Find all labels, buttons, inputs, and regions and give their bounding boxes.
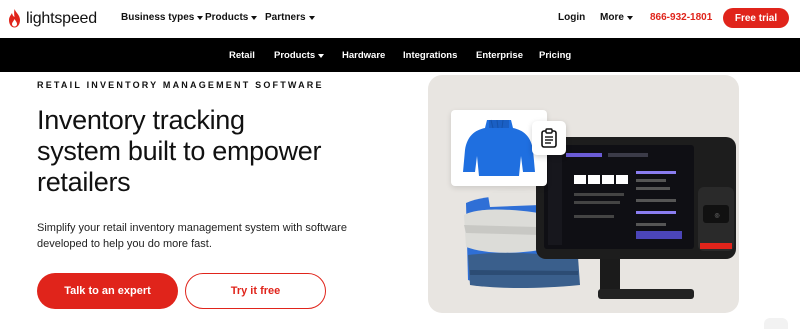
logo-wordmark: lightspeed (26, 9, 97, 27)
subnav-item-label: Enterprise (476, 50, 523, 61)
hero-headline: Inventory tracking system built to empow… (37, 105, 417, 198)
lightspeed-logo[interactable]: lightspeed (8, 9, 97, 28)
subnav-item-hardware[interactable]: Hardware (342, 50, 385, 61)
login-label: Login (558, 12, 586, 23)
nav-business-types[interactable]: Business types (121, 12, 204, 23)
try-it-free-button[interactable]: Try it free (185, 273, 326, 309)
subnav-item-label: Hardware (342, 50, 386, 61)
top-navigation: lightspeed Business types Products Partn… (0, 0, 800, 38)
chat-widget-tab[interactable] (764, 318, 788, 329)
product-subnav: Retail Products Hardware Integrations En… (0, 38, 800, 72)
subnav-item-retail[interactable]: Retail (229, 50, 255, 61)
caret-down-icon (308, 16, 315, 20)
caret-down-icon (318, 54, 325, 58)
phone-link[interactable]: 866-932-1801 (650, 12, 712, 23)
nav-partners[interactable]: Partners (265, 12, 315, 23)
subnav-item-label: Products (274, 50, 316, 61)
talk-to-expert-button[interactable]: Talk to an expert (37, 273, 178, 309)
login-link[interactable]: Login (558, 12, 585, 23)
free-trial-button[interactable]: Free trial (723, 8, 789, 28)
caret-down-icon (626, 16, 633, 20)
caret-down-icon (251, 16, 258, 20)
nav-more[interactable]: More (600, 12, 633, 23)
svg-text:◎: ◎ (714, 212, 719, 219)
subnav-item-label: Integrations (403, 50, 458, 61)
subnav-item-label: Pricing (539, 50, 572, 61)
lightspeed-logo-icon (9, 9, 20, 28)
hero-subtext: Simplify your retail inventory managemen… (37, 222, 347, 250)
subnav-item-label: Retail (229, 50, 255, 61)
nav-partners-label: Partners (265, 12, 306, 23)
hero-eyebrow: RETAIL INVENTORY MANAGEMENT SOFTWARE (37, 80, 324, 90)
subnav-item-integrations[interactable]: Integrations (403, 50, 457, 61)
headline-line: Inventory tracking (37, 105, 245, 135)
subnav-item-products[interactable]: Products (274, 50, 325, 61)
nav-business-types-label: Business types (121, 12, 195, 23)
nav-products[interactable]: Products (205, 12, 258, 23)
headline-line: system built to empower (37, 136, 322, 166)
headline-line: retailers (37, 167, 131, 197)
nav-products-label: Products (205, 12, 249, 23)
caret-down-icon (197, 16, 204, 20)
subnav-item-enterprise[interactable]: Enterprise (476, 50, 523, 61)
clipboard-icon (541, 128, 557, 148)
nav-more-label: More (600, 12, 624, 23)
clipboard-card (532, 121, 566, 155)
subnav-item-pricing[interactable]: Pricing (539, 50, 571, 61)
